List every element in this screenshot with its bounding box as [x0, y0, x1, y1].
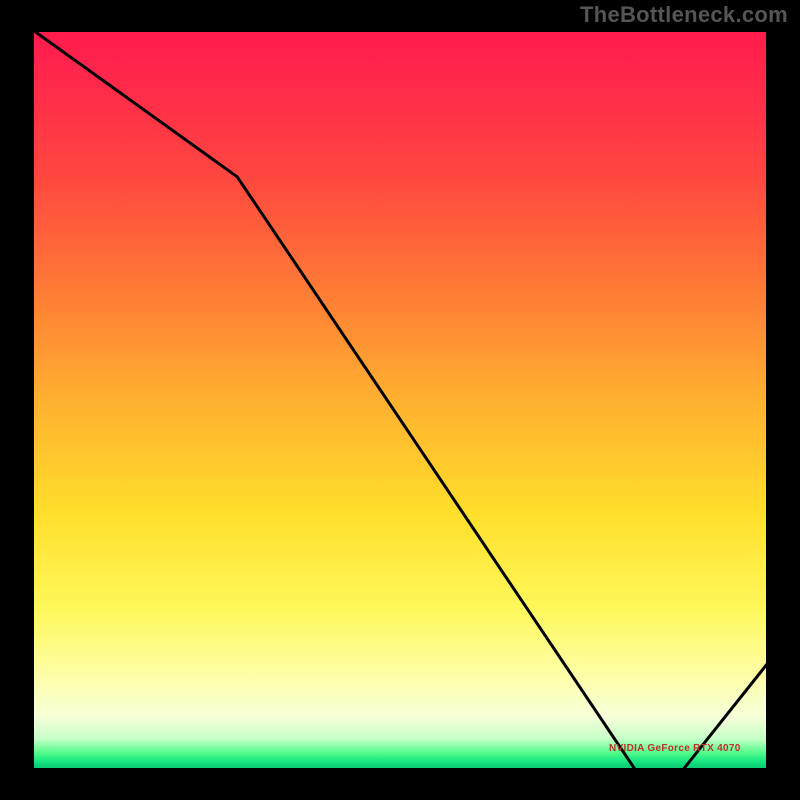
- plot-area: NVIDIA GeForce RTX 4070: [30, 28, 770, 772]
- gradient-background: [30, 28, 770, 772]
- watermark-text: TheBottleneck.com: [580, 2, 788, 28]
- gpu-annotation-label: NVIDIA GeForce RTX 4070: [609, 743, 741, 754]
- chart-container: TheBottleneck.com NVIDIA GeForce RTX 407…: [0, 0, 800, 800]
